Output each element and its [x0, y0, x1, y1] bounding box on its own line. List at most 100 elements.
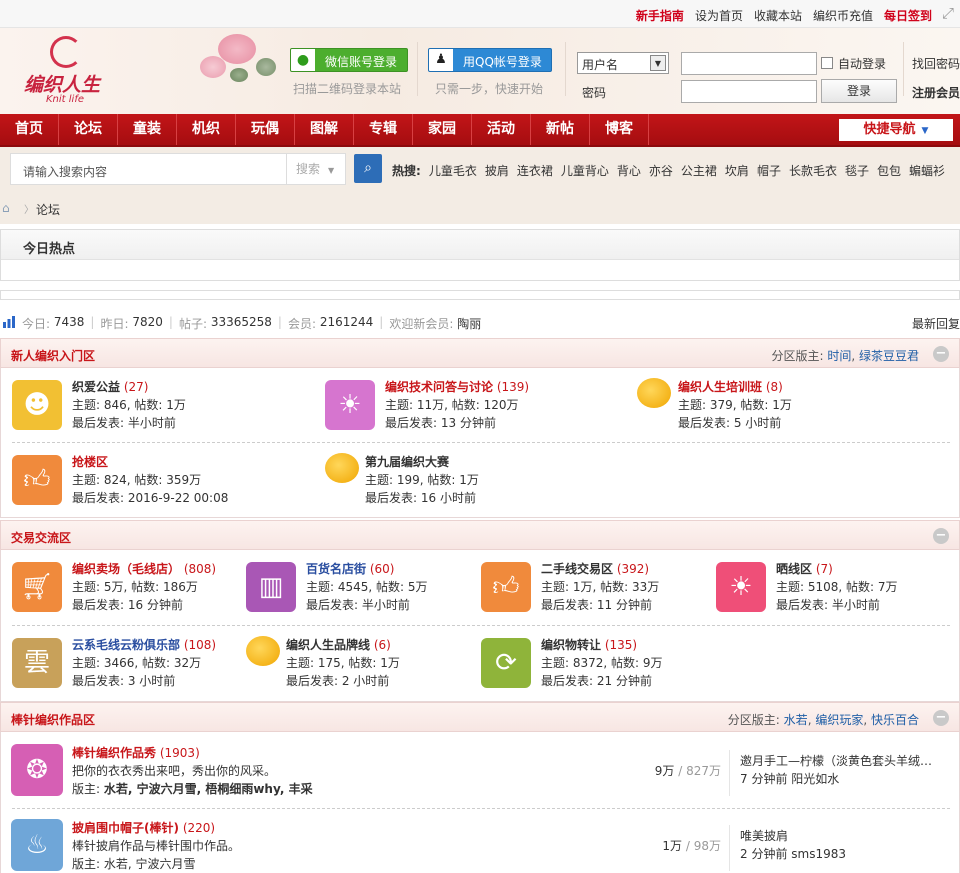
moderator-link[interactable]: 绿茶豆豆君 [859, 349, 919, 363]
forum-last-post: 最后发表: 21 分钟前 [541, 674, 652, 688]
forum-item[interactable]: ☻ 织爱公益 (27) 主题: 846, 帖数: 1万 最后发表: 半小时前 [12, 378, 312, 440]
new-member-link[interactable]: 陶丽 [457, 315, 481, 332]
forum-stats: 主题: 11万, 帖数: 120万 [385, 398, 519, 412]
section-title[interactable]: 交易交流区 [11, 529, 71, 546]
refresh-icon: ⟳ [481, 638, 531, 688]
hot-link[interactable]: 坎肩 [725, 162, 749, 179]
forum-name[interactable]: 编织人生品牌线 [286, 638, 370, 652]
logo-subtext: Knit life [46, 94, 85, 105]
moderator-link[interactable]: 编织玩家 [815, 713, 863, 727]
forum-name[interactable]: 二手线交易区 [541, 562, 613, 576]
site-logo[interactable]: 编织人生 Knit life [10, 34, 130, 105]
forum-name[interactable]: 编织技术问答与讨论 [385, 380, 493, 394]
auto-login-checkbox[interactable] [821, 57, 833, 69]
wechat-login-button[interactable]: ● 微信账号登录 [290, 48, 408, 72]
moderator-link[interactable]: 快乐百合 [871, 713, 919, 727]
search-button[interactable]: ⌕ [354, 154, 382, 183]
nav-item-forum[interactable]: 论坛 [59, 114, 118, 145]
collapse-icon[interactable]: − [933, 346, 949, 362]
notice-panel [0, 290, 960, 300]
forum-name[interactable]: 披肩围巾帽子(棒针) [72, 821, 179, 835]
username-input[interactable] [681, 52, 817, 75]
collapse-icon[interactable]: − [933, 528, 949, 544]
hot-link[interactable]: 背心 [617, 162, 641, 179]
forum-item[interactable]: ⟳ 编织物转让 (135) 主题: 8372, 帖数: 9万 最后发表: 21 … [481, 636, 781, 698]
fullscreen-icon[interactable]: ⤢ [940, 5, 956, 21]
hot-link[interactable]: 儿童毛衣 [429, 162, 477, 179]
qq-login-button[interactable]: ♟ 用QQ帐号登录 [428, 48, 552, 72]
section-header: 交易交流区 − [0, 520, 960, 550]
thumbs-up-icon: 👍︎ [12, 455, 62, 505]
hot-link[interactable]: 毯子 [845, 162, 869, 179]
collapse-icon[interactable]: − [933, 710, 949, 726]
search-input[interactable]: 请输入搜索内容 [23, 163, 107, 180]
nav-item-home[interactable]: 首页 [0, 114, 59, 145]
forum-item[interactable]: 第九届编织大赛 主题: 199, 帖数: 1万 最后发表: 16 小时前 [305, 453, 605, 515]
speech-bubble-icon [637, 378, 671, 408]
moderator-link[interactable]: 时间 [827, 349, 851, 363]
header-decoration [170, 28, 300, 114]
stat-yesterday: 7820 [132, 315, 163, 329]
set-homepage-link[interactable]: 设为首页 [695, 7, 743, 24]
home-icon[interactable]: ⌂ [2, 201, 10, 215]
forum-item[interactable]: ☀ 晒线区 (7) 主题: 5108, 帖数: 7万 最后发表: 半小时前 [716, 560, 956, 622]
register-link[interactable]: 注册会员 [912, 84, 960, 101]
forum-item[interactable]: ☀ 编织技术问答与讨论 (139) 主题: 11万, 帖数: 120万 最后发表… [325, 378, 625, 440]
moderator-link[interactable]: 水若 [784, 713, 808, 727]
forum-name[interactable]: 棒针编织作品秀 [72, 746, 156, 760]
forum-name[interactable]: 织爱公益 [72, 380, 120, 394]
forum-name[interactable]: 抢楼区 [72, 455, 108, 469]
hot-link[interactable]: 长款毛衣 [789, 162, 837, 179]
search-type-select[interactable]: 搜索 ▼ [286, 154, 346, 184]
forum-row[interactable]: ♨ 披肩围巾帽子(棒针) (220) 棒针披肩作品与棒针围巾作品。 版主: 水若… [1, 813, 960, 873]
forum-name[interactable]: 云系毛线云粉俱乐部 [72, 638, 180, 652]
bookmark-link[interactable]: 收藏本站 [754, 7, 802, 24]
nav-item-new-posts[interactable]: 新帖 [531, 114, 590, 145]
forum-row[interactable]: ❂ 棒针编织作品秀 (1903) 把你的衣衣秀出来吧，秀出你的风采。 版主: 水… [1, 738, 960, 812]
nav-item-events[interactable]: 活动 [472, 114, 531, 145]
forum-name[interactable]: 编织物转让 [541, 638, 601, 652]
quick-nav-button[interactable]: 快捷导航 ▼ [839, 119, 953, 141]
recharge-link[interactable]: 编织币充值 [813, 7, 873, 24]
nav-item-dolls[interactable]: 玩偶 [236, 114, 295, 145]
moderator-links[interactable]: 水若, 宁波六月雪, 梧桐细雨why, 丰采 [104, 782, 313, 796]
section-title[interactable]: 棒针编织作品区 [11, 711, 95, 728]
nav-item-home-space[interactable]: 家园 [413, 114, 472, 145]
nav-item-blog[interactable]: 博客 [590, 114, 649, 145]
hot-link[interactable]: 连衣裙 [517, 162, 553, 179]
section-title[interactable]: 新人编织入门区 [11, 347, 95, 364]
forum-item[interactable]: 👍︎ 抢楼区 主题: 824, 帖数: 359万 最后发表: 2016-9-22… [12, 453, 312, 515]
password-input[interactable] [681, 80, 817, 103]
hot-link[interactable]: 公主裙 [681, 162, 717, 179]
nav-item-kids[interactable]: 童装 [118, 114, 177, 145]
nav-item-machine[interactable]: 机织 [177, 114, 236, 145]
thread-count: 9万 [654, 764, 675, 778]
forum-name[interactable]: 第九届编织大赛 [365, 455, 449, 469]
forum-name[interactable]: 编织卖场（毛线店） [72, 562, 180, 576]
hot-link[interactable]: 帽子 [757, 162, 781, 179]
forum-name[interactable]: 晒线区 [776, 562, 812, 576]
username-type-select[interactable]: 用户名 ▼ [577, 52, 669, 74]
forum-name[interactable]: 百货名店街 [306, 562, 366, 576]
hot-link[interactable]: 儿童背心 [561, 162, 609, 179]
forum-name[interactable]: 编织人生培训班 [678, 380, 762, 394]
daily-checkin-link[interactable]: 每日签到 [884, 7, 932, 24]
forum-last-post: 最后发表: 16 分钟前 [72, 598, 183, 612]
moderator-links[interactable]: 水若, 宁波六月雪 [104, 857, 196, 871]
hot-link[interactable]: 包包 [877, 162, 901, 179]
wechat-hint: 扫描二维码登录本站 [293, 82, 402, 96]
login-button[interactable]: 登录 [821, 79, 897, 103]
hot-link[interactable]: 披肩 [485, 162, 509, 179]
last-post-title[interactable]: 唯美披肩 [740, 827, 940, 844]
hot-link[interactable]: 蝙蝠衫 [909, 162, 945, 179]
last-post-title[interactable]: 邀月手工—柠檬（淡黄色套头羊绒… [740, 752, 940, 769]
nav-item-diagrams[interactable]: 图解 [295, 114, 354, 145]
forum-count: (108) [183, 638, 217, 652]
latest-replies-link[interactable]: 最新回复 [912, 315, 960, 332]
newbie-guide-link[interactable]: 新手指南 [636, 7, 684, 24]
find-password-link[interactable]: 找回密码 [912, 55, 960, 72]
hot-link[interactable]: 亦谷 [649, 162, 673, 179]
forum-last-post: 最后发表: 2016-9-22 00:08 [72, 491, 229, 505]
nav-item-albums[interactable]: 专辑 [354, 114, 413, 145]
forum-item[interactable]: 编织人生培训班 (8) 主题: 379, 帖数: 1万 最后发表: 5 小时前 [618, 378, 918, 440]
